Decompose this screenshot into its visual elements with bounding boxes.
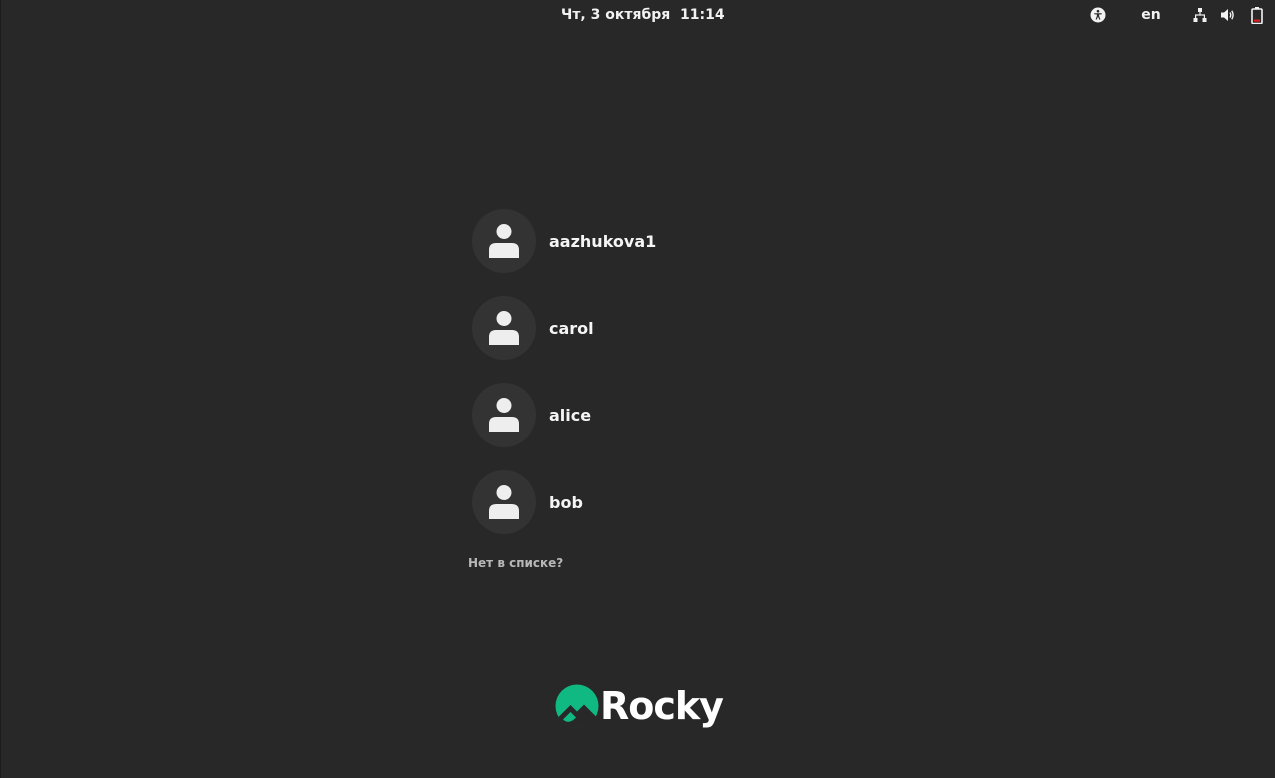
battery-indicator[interactable] (1248, 5, 1266, 25)
distro-logo: Rocky (555, 683, 724, 729)
volume-indicator[interactable] (1217, 5, 1239, 25)
network-icon (1193, 8, 1207, 22)
avatar (472, 470, 536, 534)
username: bob (549, 492, 583, 512)
volume-icon (1221, 9, 1234, 21)
user-item-bob[interactable]: bob (472, 470, 812, 534)
user-avatar-icon (489, 398, 519, 432)
not-listed-link[interactable]: Нет в списке? (468, 556, 563, 570)
avatar (472, 296, 536, 360)
rocky-logo-icon (555, 684, 599, 728)
avatar (472, 383, 536, 447)
battery-icon (1251, 6, 1263, 24)
username: alice (549, 405, 592, 425)
login-screen: Чт, 3 октября 11:14 en aazhukova1 carol … (0, 0, 1275, 778)
user-avatar-icon (489, 485, 519, 519)
user-avatar-icon (489, 311, 519, 345)
username: aazhukova1 (549, 231, 657, 251)
accessibility-icon (1090, 7, 1106, 23)
keyboard-layout-indicator[interactable]: en (1136, 5, 1166, 25)
user-item-carol[interactable]: carol (472, 296, 812, 360)
user-item-alice[interactable]: alice (472, 383, 812, 447)
username: carol (549, 318, 594, 338)
user-avatar-icon (489, 224, 519, 258)
network-indicator[interactable] (1190, 5, 1210, 25)
clock[interactable]: Чт, 3 октября 11:14 (561, 0, 725, 30)
user-list: aazhukova1 carol alice bob (472, 209, 812, 557)
user-item-aazhukova1[interactable]: aazhukova1 (472, 209, 812, 273)
avatar (472, 209, 536, 273)
top-bar: Чт, 3 октября 11:14 en (1, 0, 1275, 30)
logo-text: Rocky (600, 684, 724, 728)
accessibility-menu[interactable] (1087, 5, 1109, 25)
